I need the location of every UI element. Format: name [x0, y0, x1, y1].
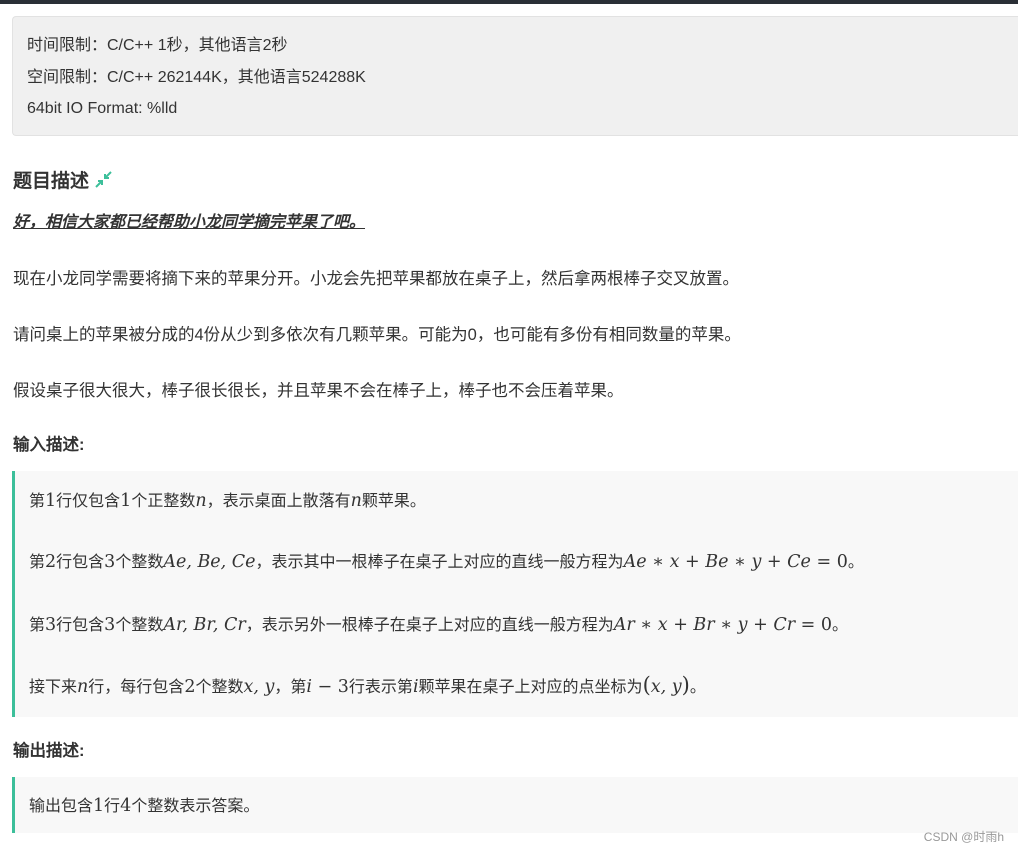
space-limit: 空间限制：C/C++ 262144K，其他语言524288K — [27, 68, 366, 86]
description-paragraph-3: 假设桌子很大很大，棒子很长很长，并且苹果不会在棒子上，棒子也不会压着苹果。 — [13, 382, 624, 400]
description-paragraph-1: 现在小龙同学需要将摘下来的苹果分开。小龙会先把苹果都放在桌子上，然后拿两根棒子交… — [13, 270, 739, 288]
description-paragraph-2: 请问桌上的苹果被分成的4份从少到多依次有几颗苹果。可能为0，也可能有多份有相同数… — [13, 326, 741, 344]
description-title: 题目描述 — [13, 166, 112, 193]
output-title: 输出描述: — [13, 742, 85, 760]
top-bar — [0, 0, 1018, 4]
output-block: 输出包含1行4个整数表示答案。 — [12, 777, 1018, 833]
watermark: CSDN @时雨h — [923, 830, 1004, 844]
time-limit: 时间限制：C/C++ 1秒，其他语言2秒 — [27, 37, 288, 54]
shrink-arrows-icon[interactable] — [95, 171, 112, 188]
input-line-2: 第2行包含3个整数Ae, Be, Ce，表示其中一根棒子在桌子上对应的直线一般方… — [29, 552, 864, 572]
input-line-4: 接下来n行，每行包含2个整数x, y，第i − 3行表示第i颗苹果在桌子上对应的… — [29, 673, 706, 697]
input-line-3: 第3行包含3个整数Ar, Br, Cr，表示另外一根棒子在桌子上对应的直线一般方… — [29, 615, 849, 635]
limits-panel: 时间限制：C/C++ 1秒，其他语言2秒 空间限制：C/C++ 262144K，… — [12, 16, 1018, 136]
input-block: 第1行仅包含1个正整数n，表示桌面上散落有n颗苹果。 第2行包含3个整数Ae, … — [12, 471, 1018, 717]
input-line-1: 第1行仅包含1个正整数n，表示桌面上散落有n颗苹果。 — [29, 491, 426, 511]
description-title-text: 题目描述 — [13, 171, 90, 192]
io-format: 64bit IO Format: %lld — [27, 100, 178, 117]
input-title: 输入描述: — [13, 436, 85, 454]
output-line-1: 输出包含1行4个整数表示答案。 — [29, 796, 260, 816]
emphasis-text: 好，相信大家都已经帮助小龙同学摘完苹果了吧。 — [13, 214, 366, 231]
